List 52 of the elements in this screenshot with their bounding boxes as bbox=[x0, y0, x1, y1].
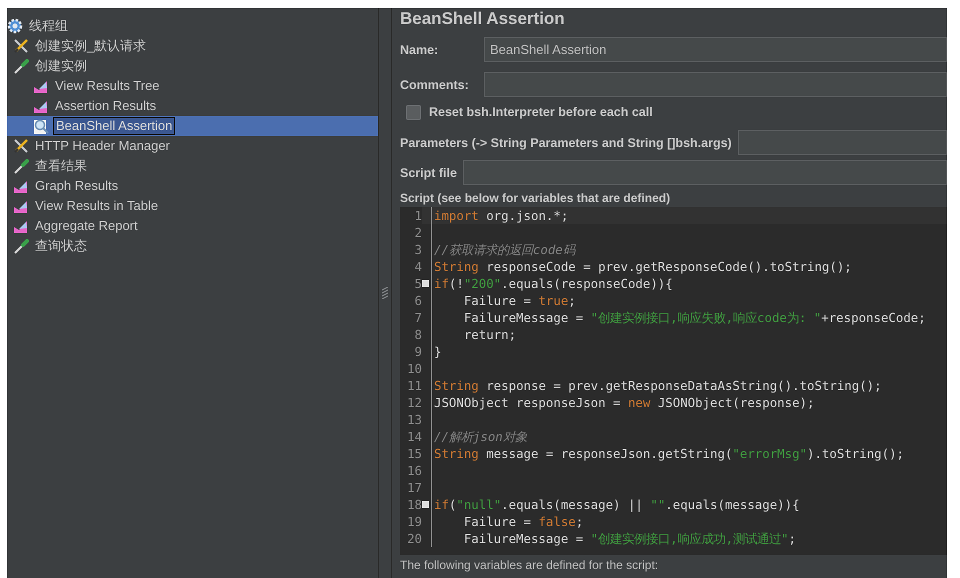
code-line: if(!"200".equals(responseCode)){ bbox=[434, 275, 673, 292]
comments-field[interactable] bbox=[484, 72, 947, 97]
name-field[interactable]: BeanShell Assertion bbox=[484, 37, 947, 62]
code-line: String message = responseJson.getString("errorMsg").toString(); bbox=[434, 445, 904, 462]
code-line: } bbox=[434, 343, 442, 360]
tree-item[interactable]: HTTP Header Manager bbox=[33, 138, 172, 154]
tree-item[interactable]: 线程组 bbox=[27, 18, 70, 34]
code-line: import org.json.*; bbox=[434, 207, 568, 224]
code-line: return; bbox=[462, 326, 516, 343]
tree-item[interactable]: View Results Tree bbox=[53, 78, 162, 94]
footer-text: The following variables are defined for the script: bbox=[400, 557, 660, 573]
dropper-icon bbox=[13, 238, 29, 254]
dropper-icon bbox=[13, 58, 29, 74]
checkbox[interactable] bbox=[406, 104, 421, 120]
gear-icon bbox=[7, 18, 23, 34]
code-line: String responseCode = prev.getResponseCode().toString(); bbox=[434, 258, 852, 275]
tree-item[interactable]: 创建实例_默认请求 bbox=[33, 38, 148, 54]
tree-item[interactable]: 查看结果 bbox=[33, 158, 89, 174]
tree-item[interactable]: View Results in Table bbox=[33, 198, 160, 214]
collapse-icon[interactable] bbox=[422, 280, 429, 287]
code-line: Failure = true; bbox=[462, 292, 576, 309]
code-line: String response = prev.getResponseDataAsString().toString(); bbox=[434, 377, 882, 394]
tree-item[interactable]: 查询状态 bbox=[33, 238, 89, 254]
tree-item[interactable]: BeanShell Assertion bbox=[53, 117, 176, 135]
code-line: //解析json对象 bbox=[434, 428, 527, 445]
grip-icon[interactable] bbox=[382, 287, 388, 299]
field-label: Comments: bbox=[400, 78, 470, 92]
tools-icon bbox=[13, 38, 29, 54]
code-editor[interactable] bbox=[400, 207, 947, 555]
tools-icon bbox=[13, 138, 29, 154]
tree-item[interactable]: Aggregate Report bbox=[33, 218, 140, 234]
dropper-icon bbox=[13, 158, 29, 174]
script-file-field[interactable] bbox=[462, 160, 947, 185]
code-line: FailureMessage = "创建实例接口,响应成功,测试通过"; bbox=[462, 530, 796, 547]
collapse-icon[interactable] bbox=[422, 501, 429, 508]
tree-item[interactable]: Assertion Results bbox=[53, 98, 158, 114]
tree-item[interactable]: Graph Results bbox=[33, 178, 120, 194]
parameters-field[interactable] bbox=[738, 130, 947, 155]
code-line: FailureMessage = "创建实例接口,响应失败,响应code为: "+responseCode; bbox=[462, 309, 926, 326]
code-line: JSONObject responseJson = new JSONObject(response); bbox=[434, 394, 814, 411]
code-line: Failure = false; bbox=[462, 513, 584, 530]
line-number: 1 bbox=[400, 207, 422, 224]
field-label: Name: bbox=[400, 42, 440, 56]
script-label: Script (see below for variables that are defined) bbox=[400, 190, 672, 207]
panel-title: BeanShell Assertion bbox=[400, 8, 566, 30]
magnifier-icon bbox=[33, 118, 49, 134]
code-line: //获取请求的返回code码 bbox=[434, 241, 575, 258]
tree-item[interactable]: 创建实例 bbox=[33, 58, 89, 74]
checkbox-label: Reset bsh.Interpreter before each call bbox=[429, 105, 653, 119]
field-label: Script file bbox=[400, 166, 458, 180]
field-label: Parameters (-> String Parameters and String []bsh.args) bbox=[400, 136, 733, 150]
code-line: if("null".equals(message) || "".equals(message)){ bbox=[434, 496, 800, 513]
